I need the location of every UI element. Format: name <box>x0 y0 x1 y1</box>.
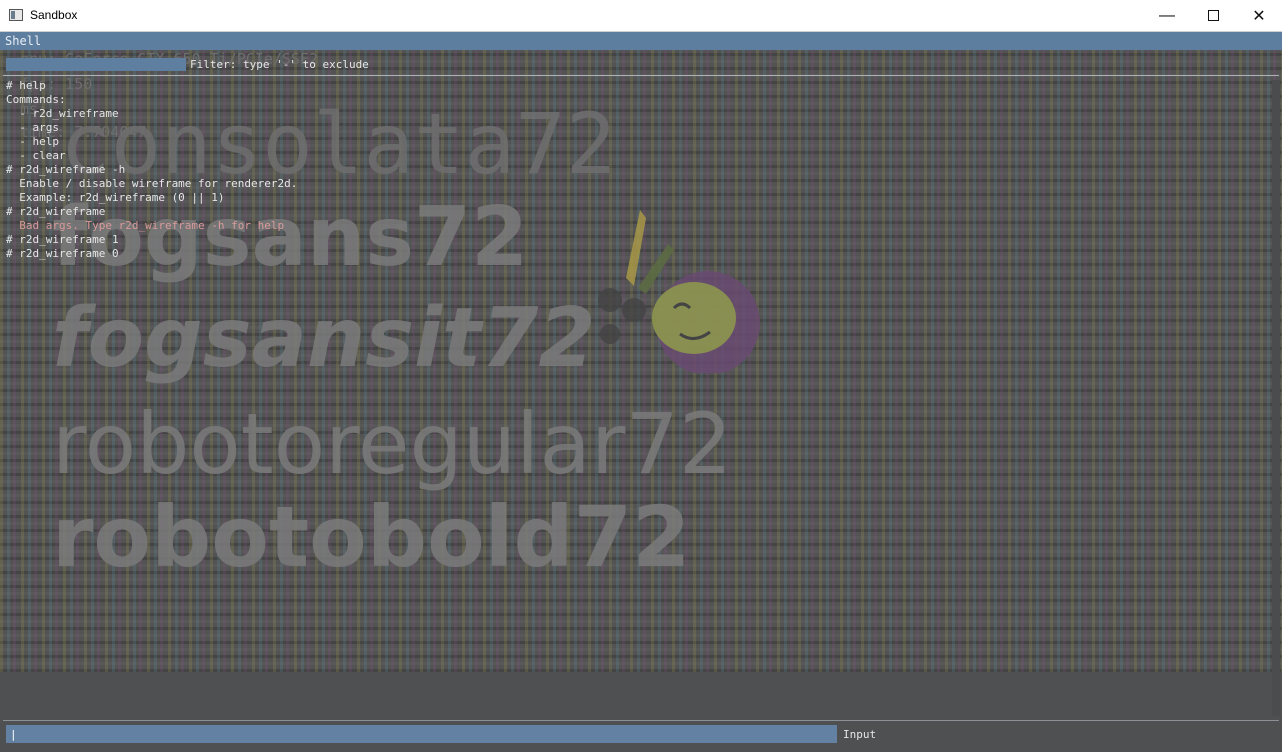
sandbox-logo-image <box>598 210 760 373</box>
console-scrollbar[interactable] <box>1272 80 1280 716</box>
console-line: # r2d_wireframe <box>6 205 106 218</box>
console-line: - r2d_wireframe <box>6 107 119 120</box>
close-button[interactable]: ✕ <box>1236 0 1282 31</box>
console-line: # r2d_wireframe 1 <box>6 233 119 246</box>
font-sample-robotoregular: robotoregular72 <box>52 395 733 493</box>
console-line: Enable / disable wireframe for renderer2… <box>6 177 298 190</box>
filter-input[interactable] <box>6 58 186 71</box>
console-line: - help <box>6 135 59 148</box>
console-line: - args <box>6 121 59 134</box>
divider <box>3 75 1279 76</box>
app-window-icon <box>9 9 23 21</box>
console-error-line: Bad args. Type r2d_wireframe -h for help <box>6 219 285 232</box>
console-line: # r2d_wireframe -h <box>6 163 126 176</box>
input-label: Input <box>843 728 877 741</box>
console-line: # help <box>6 79 46 92</box>
font-sample-fogsansit: fogsansit72 <box>52 291 596 386</box>
font-sample-robotobold: robotobold72 <box>52 488 691 586</box>
minimize-icon: — <box>1159 6 1175 24</box>
divider <box>3 720 1279 721</box>
close-icon: ✕ <box>1252 7 1266 25</box>
console-line: Example: r2d_wireframe (0 || 1) <box>6 191 225 204</box>
filter-label: Filter: type '-' to exclude <box>190 58 369 71</box>
console-output: # help Commands: - r2d_wireframe - args … <box>6 79 297 261</box>
maximize-icon <box>1207 10 1219 21</box>
menu-item-shell[interactable]: Shell <box>5 32 41 50</box>
window-titlebar: Sandbox — ✕ <box>0 0 1282 32</box>
command-input[interactable] <box>6 725 837 743</box>
window-title: Sandbox <box>30 8 78 22</box>
minimize-button[interactable]: — <box>1144 0 1190 31</box>
console-line: # r2d_wireframe 0 <box>6 247 119 260</box>
console-line: - clear <box>6 149 66 162</box>
menubar: Shell <box>0 32 1282 50</box>
maximize-button[interactable] <box>1190 0 1236 31</box>
console-line: Commands: <box>6 93 66 106</box>
console-background <box>0 672 1282 720</box>
